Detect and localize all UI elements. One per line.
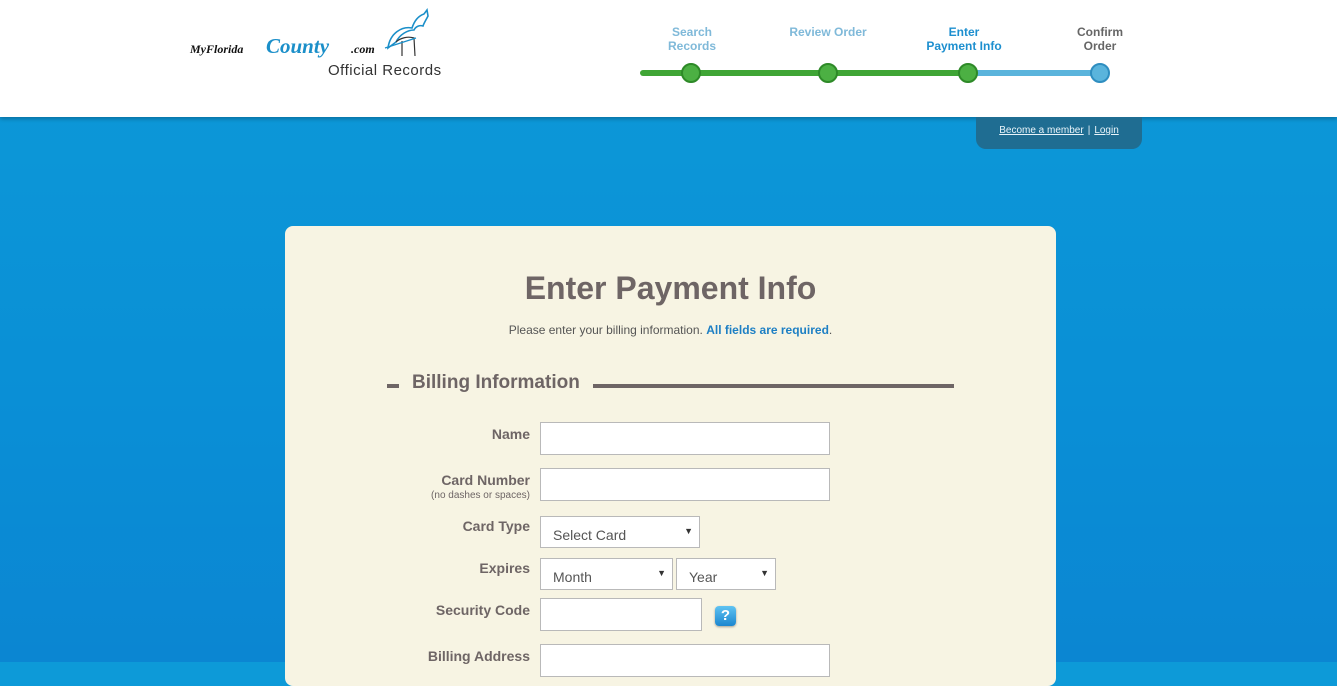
month-value: Month [553,569,592,585]
progress-pending-bar [972,70,1100,76]
card-number-input[interactable] [540,468,830,501]
step-label-line: Confirm [1077,25,1123,39]
chevron-down-icon: ▼ [657,568,666,578]
step-confirm-order: Confirm Order [1050,25,1150,53]
step-label-line: Search [671,25,713,39]
help-icon[interactable]: ? [715,606,736,626]
site-logo[interactable]: MyFlorida County .com Official Records [190,8,460,83]
member-links: Become a member | Login [976,117,1142,149]
collapse-section-icon[interactable] [387,384,399,388]
year-value: Year [689,569,718,585]
payment-card: Enter Payment Info Please enter your bil… [285,226,1056,686]
expires-label: Expires [479,560,530,576]
chevron-down-icon: ▼ [684,526,693,536]
site-header: MyFlorida County .com Official Records S… [0,0,1337,117]
card-type-select[interactable]: Select Card ▼ [540,516,700,548]
security-code-label: Security Code [435,602,530,618]
name-label: Name [491,426,530,442]
link-separator: | [1087,125,1091,136]
card-type-label: Card Type [462,518,530,534]
subtitle-required: All fields are required [706,323,829,337]
expires-year-select[interactable]: Year ▼ [676,558,776,590]
chevron-down-icon: ▼ [760,568,769,578]
expires-month-select[interactable]: Month ▼ [540,558,673,590]
card-number-hint: (no dashes or spaces) [431,490,530,501]
step-label-line: Payment Info [926,39,1002,53]
step-dot-2 [818,63,838,83]
progress-track [640,63,1110,83]
step-label-line: Order [1083,39,1117,53]
logo-text-myflorida: MyFlorida [190,42,244,56]
step-dot-1 [681,63,701,83]
step-enter-payment: Enter Payment Info [914,25,1014,53]
page-title: Enter Payment Info [524,270,817,306]
section-divider [593,384,954,388]
step-search-records: Search Records [642,25,742,53]
subtitle-end: . [828,323,833,337]
horse-head-icon [384,8,429,57]
step-dot-4 [1090,63,1110,83]
name-input[interactable] [540,422,830,455]
security-code-input[interactable] [540,598,702,631]
card-number-label: Card Number [441,472,530,488]
subtitle-text: Please enter your billing information. [508,323,703,337]
step-label-line: Review Order [789,25,867,39]
logo-text-com: .com [351,42,375,56]
page-subtitle: Please enter your billing information. A… [285,323,1056,337]
logo-text-county: County [266,34,330,58]
step-review-order: Review Order [778,25,878,39]
become-member-link[interactable]: Become a member [999,125,1083,136]
card-type-value: Select Card [553,527,627,543]
billing-address-input[interactable] [540,644,830,677]
step-label-line: Enter [948,25,980,39]
section-title-billing: Billing Information [412,372,580,393]
login-link[interactable]: Login [1094,125,1118,136]
logo-subtitle: Official Records [328,62,442,79]
step-label-line: Records [667,39,717,53]
step-dot-3 [958,63,978,83]
